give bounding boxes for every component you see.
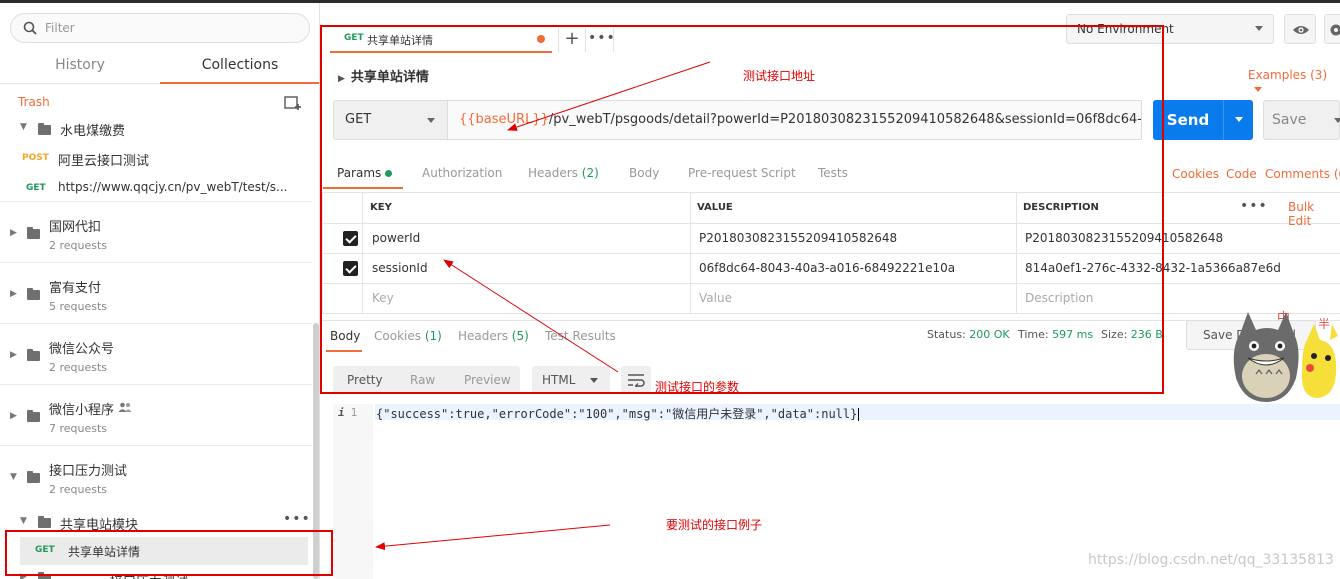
- watermark: https://blog.csdn.net/qq_33135813: [1088, 552, 1334, 568]
- annotation-arrows: [375, 61, 711, 551]
